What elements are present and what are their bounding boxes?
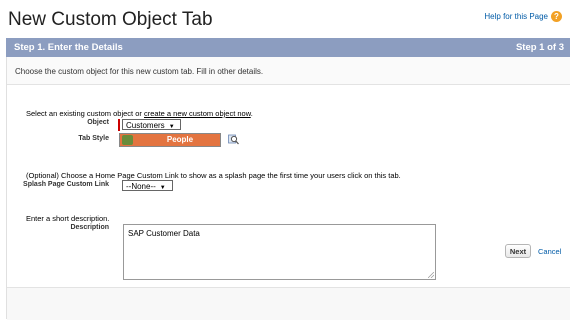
help-icon: ? — [551, 11, 562, 22]
resize-grip-icon[interactable] — [428, 272, 434, 278]
next-button[interactable]: Next — [505, 244, 531, 258]
tabstyle-selector[interactable]: People — [119, 133, 221, 147]
splash-label: Splash Page Custom Link — [23, 181, 109, 188]
form-panel: Choose the custom object for this new cu… — [6, 57, 570, 320]
help-link[interactable]: Help for this Page ? — [484, 11, 562, 22]
description-prompt: Enter a short description. — [26, 214, 110, 223]
step-counter: Step 1 of 3 — [515, 42, 564, 53]
object-select[interactable]: Customers ▼ — [122, 119, 181, 130]
splash-select-value: --None-- — [126, 182, 156, 191]
lookup-icon[interactable] — [228, 134, 239, 145]
required-indicator — [118, 119, 120, 131]
object-prompt: Select an existing custom object or crea… — [26, 109, 253, 118]
description-label: Description — [70, 224, 109, 231]
intro-row: Choose the custom object for this new cu… — [7, 57, 570, 85]
tabstyle-label: Tab Style — [78, 135, 109, 142]
step-title: Step 1. Enter the Details — [14, 42, 123, 53]
help-link-label: Help for this Page — [484, 12, 548, 21]
step-header: Step 1. Enter the Details Step 1 of 3 — [6, 38, 570, 57]
intro-text: Choose the custom object for this new cu… — [15, 67, 264, 76]
object-prompt-prefix: Select an existing custom object or — [26, 109, 144, 118]
people-icon — [122, 135, 133, 145]
create-custom-object-link[interactable]: create a new custom object now — [144, 109, 251, 118]
object-label: Object — [87, 119, 109, 126]
page-title: New Custom Object Tab — [8, 9, 213, 30]
splash-prompt: (Optional) Choose a Home Page Custom Lin… — [26, 171, 401, 180]
dropdown-arrow-icon: ▼ — [168, 124, 175, 130]
object-select-value: Customers — [126, 121, 165, 130]
button-bar — [7, 287, 570, 320]
description-value: SAP Customer Data — [128, 229, 200, 238]
dropdown-arrow-icon: ▼ — [159, 185, 166, 191]
description-textarea[interactable]: SAP Customer Data — [123, 224, 436, 280]
tabstyle-name: People — [166, 135, 194, 144]
splash-link-select[interactable]: --None-- ▼ — [122, 180, 173, 191]
cancel-link[interactable]: Cancel — [538, 247, 561, 256]
object-prompt-suffix: . — [250, 109, 253, 118]
